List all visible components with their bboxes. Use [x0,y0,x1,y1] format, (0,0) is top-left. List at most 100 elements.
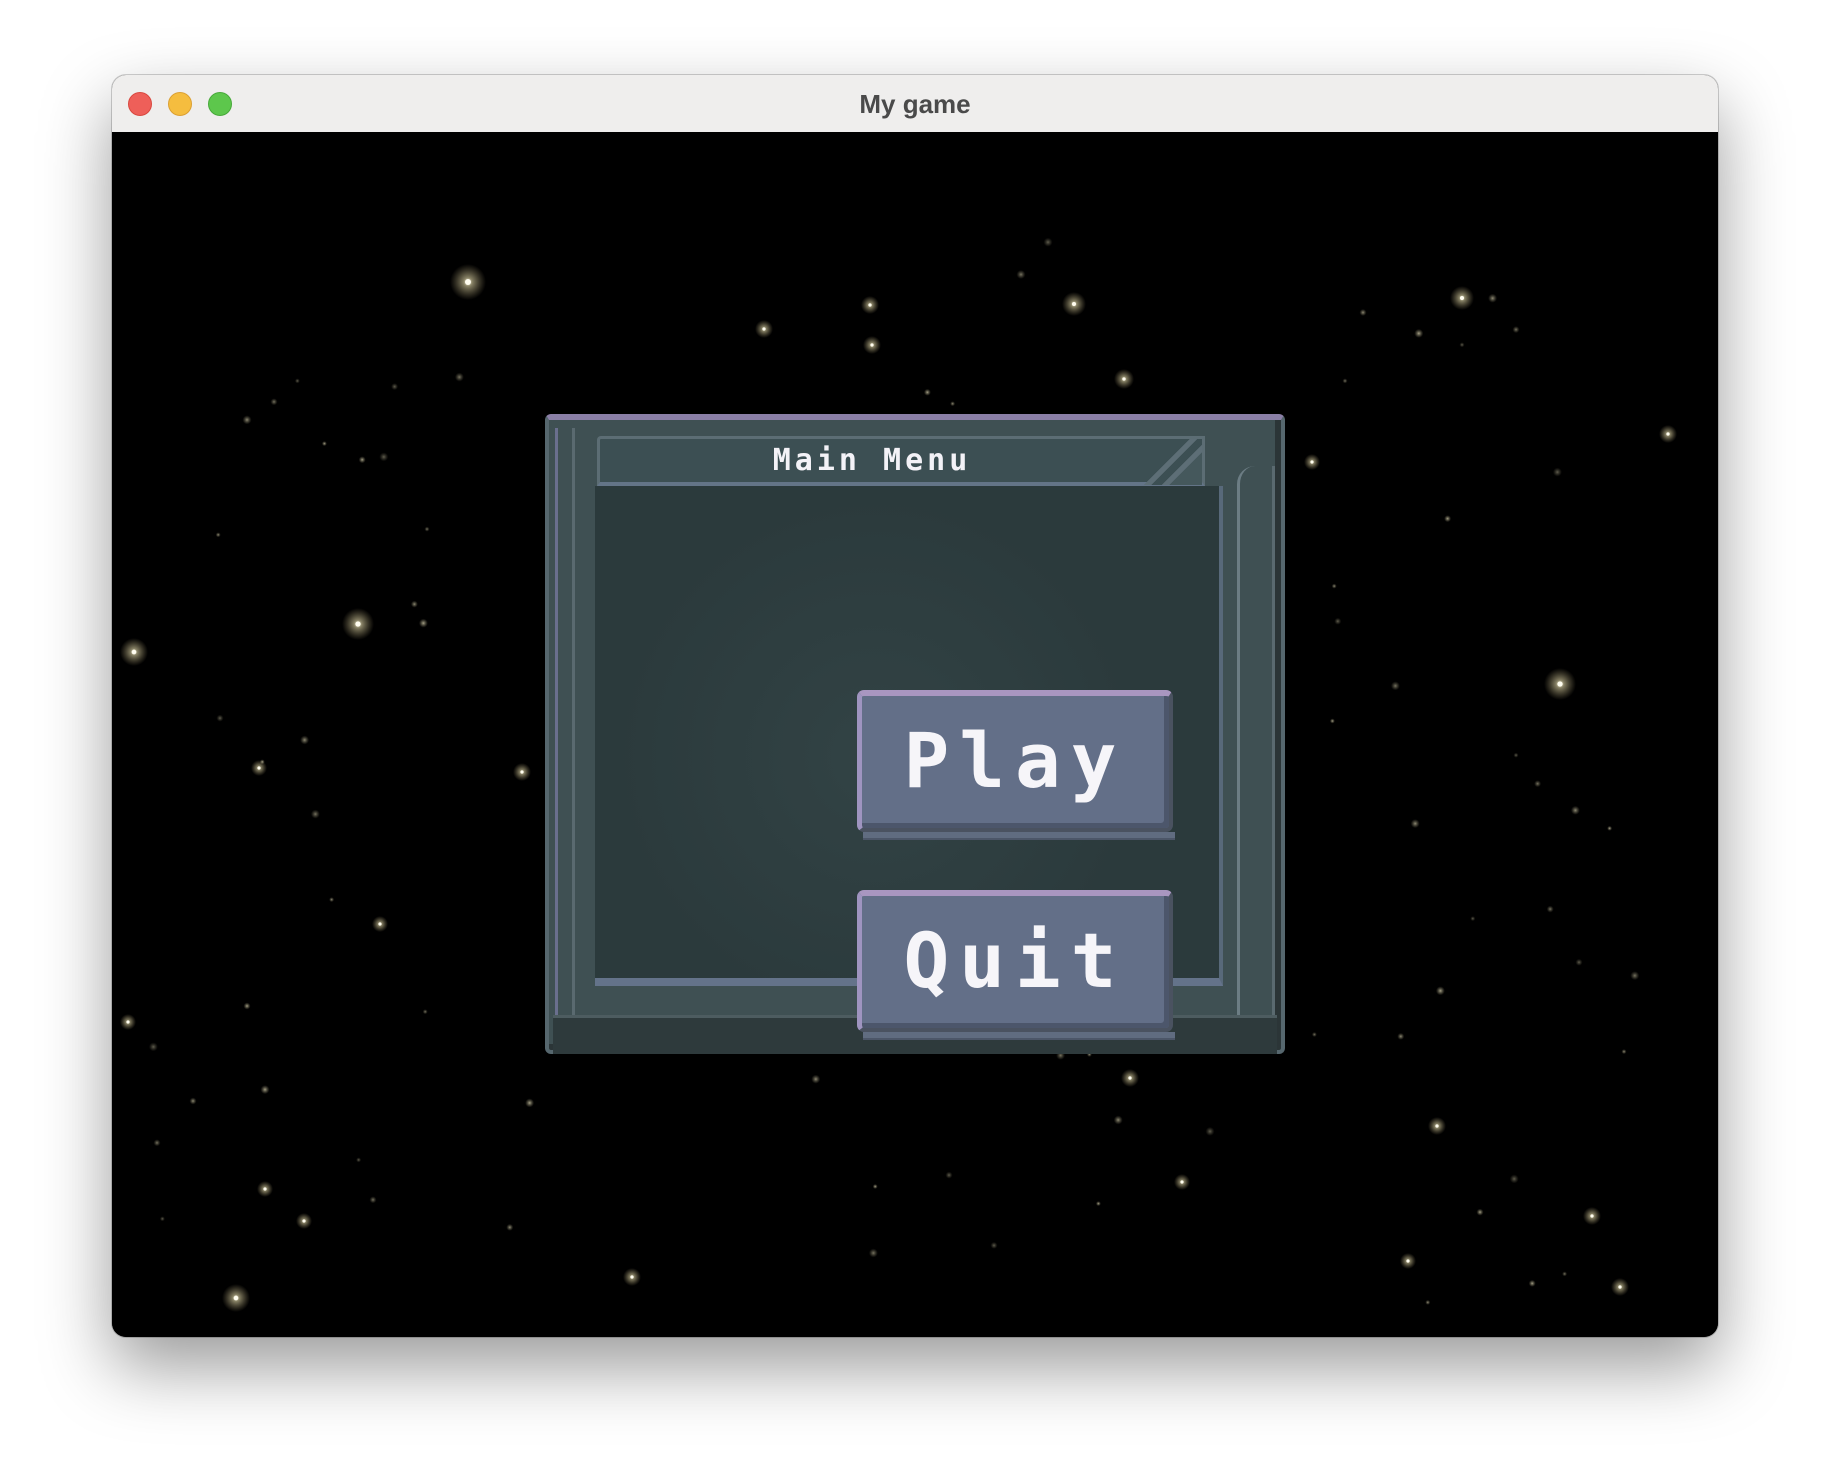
star-core [1557,681,1563,687]
star-core [355,621,361,627]
star-core [520,770,524,774]
star [811,1074,821,1084]
star [1397,1032,1405,1040]
star [418,618,428,628]
star-core [870,343,874,347]
title-bar[interactable]: My game [112,75,1718,133]
star [321,441,327,447]
star [1607,825,1613,831]
star [1414,328,1424,338]
panel-right-rail [1237,466,1275,1018]
star [950,401,956,407]
star [1630,971,1640,981]
star [1575,958,1583,966]
star [1570,805,1580,815]
star [1509,1174,1519,1184]
main-menu-panel: Main Menu Play Quit [545,414,1285,1054]
star-core [1666,432,1670,436]
star-core [257,766,261,770]
star [159,1216,165,1222]
star [215,532,221,538]
star-core [1122,377,1126,381]
star [1334,617,1342,625]
star [148,1042,158,1052]
star [1016,270,1026,279]
star [294,378,300,384]
star [945,1171,953,1179]
star [310,809,320,819]
star [1546,905,1554,913]
star [525,1098,535,1108]
star [454,372,464,382]
window-title: My game [859,89,971,119]
panel-left-rail [555,428,575,1018]
star-core [868,303,872,307]
star [153,1139,161,1147]
star-core [1310,460,1314,464]
star [300,735,310,745]
star-core [1435,1124,1439,1128]
star-core [1128,1076,1132,1080]
star [1621,1049,1627,1055]
star [422,1009,428,1015]
star [1205,1126,1215,1136]
star [242,415,252,425]
star [216,714,224,722]
star-core [1590,1214,1594,1218]
star [358,456,366,464]
star [1562,1271,1568,1277]
star-core [1406,1259,1410,1263]
star-core [126,1020,130,1024]
star-core [263,1187,267,1191]
star [379,452,389,462]
star [189,1097,197,1105]
star [868,1248,878,1258]
star [356,1157,362,1163]
star [1476,1208,1484,1216]
star-core [233,1295,239,1301]
star [1528,1279,1536,1287]
star-core [378,922,382,926]
star [424,526,430,532]
play-button-label: Play [903,716,1127,805]
star-core [1072,302,1076,306]
star [990,1241,998,1249]
star [1095,1201,1101,1207]
star-core [1618,1285,1622,1289]
star [872,1184,878,1189]
star-core [302,1219,306,1223]
star-core [1460,296,1464,300]
star [923,388,931,396]
quit-button-base [863,1032,1175,1040]
star [1331,583,1337,589]
star [1435,986,1445,996]
star [259,759,265,765]
star [1359,309,1367,316]
star [369,1196,377,1204]
star [243,1002,251,1010]
play-button[interactable]: Play [857,690,1179,840]
play-button-base [863,832,1175,840]
star [1459,342,1465,348]
star [1470,916,1476,922]
game-window: My game Main Menu Play Quit [112,75,1718,1337]
quit-button[interactable]: Quit [857,890,1179,1040]
star-core [465,279,471,285]
star [1534,780,1542,788]
star [1311,1032,1317,1037]
star [1329,718,1335,724]
star [1390,681,1400,691]
star [410,600,418,608]
star [391,383,399,391]
star [1488,293,1498,303]
star [270,398,278,406]
quit-button-label: Quit [903,916,1127,1005]
star [1512,326,1520,334]
star [1113,1115,1123,1125]
star [1043,237,1053,247]
star [1425,1299,1431,1305]
panel-title: Main Menu [772,443,972,478]
star-core [131,649,137,655]
star [1410,819,1420,829]
star [1342,378,1348,384]
